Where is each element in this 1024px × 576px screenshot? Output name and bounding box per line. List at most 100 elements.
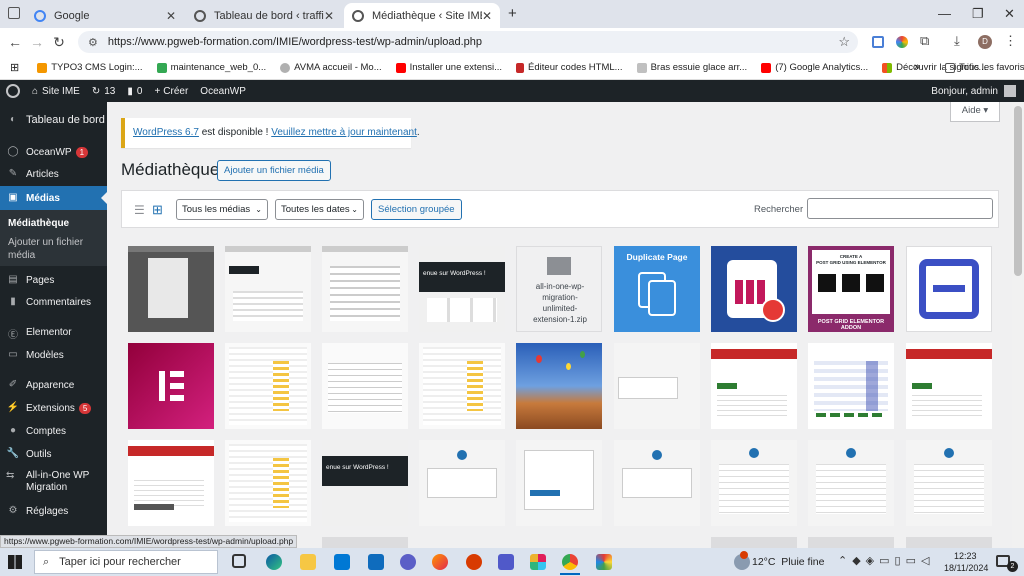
menu-icon[interactable]: ⋮ <box>1004 33 1017 49</box>
media-item-screenshot[interactable] <box>906 537 992 548</box>
tab-media-library[interactable]: Médiathèque ‹ Site IME — Wor ✕ <box>344 3 500 28</box>
media-item-screenshot[interactable] <box>711 343 797 429</box>
maximize-button[interactable]: ❐ <box>972 6 984 22</box>
windows-start-icon[interactable] <box>8 555 22 569</box>
task-view-icon[interactable] <box>232 554 246 568</box>
sidebar-item-extensions[interactable]: ⚡ Extensions 5 <box>0 402 107 414</box>
edge-icon[interactable] <box>266 554 282 570</box>
sidebar-item-settings[interactable]: ⚙ Réglages <box>0 505 107 517</box>
taskbar-search[interactable]: ⌕ Taper ici pour rechercher <box>34 550 218 574</box>
extension-icon[interactable] <box>872 36 884 48</box>
teams-icon[interactable] <box>498 554 514 570</box>
oceanwp-link[interactable]: OceanWP <box>200 86 246 97</box>
site-name-link[interactable]: ⌂ Site IME <box>32 86 80 97</box>
media-item-screenshot[interactable] <box>808 537 894 548</box>
media-item-screenshot[interactable] <box>128 440 214 526</box>
mail-icon[interactable] <box>368 554 384 570</box>
sidebar-item-oceanwp[interactable]: ◯ OceanWP 1 <box>0 146 107 158</box>
media-item-zip[interactable]: all-in-one-wp-migration-unlimited-extens… <box>516 246 602 332</box>
tab-search-icon[interactable] <box>8 7 20 19</box>
app-icon[interactable] <box>400 554 416 570</box>
bookmark-item[interactable]: Éditeur codes HTML... <box>516 62 623 73</box>
download-icon[interactable]: ⤓ <box>954 33 960 49</box>
media-item-screenshot[interactable] <box>711 537 797 548</box>
grid-view-icon[interactable]: ⊞ <box>152 202 163 218</box>
media-item-screenshot[interactable] <box>419 343 505 429</box>
media-item-screenshot[interactable] <box>711 440 797 526</box>
sidebar-item-models[interactable]: ▭ Modèles <box>0 349 107 361</box>
media-item-duplicate-page[interactable]: Duplicate Page <box>614 246 700 332</box>
minimize-button[interactable]: — <box>938 6 951 21</box>
help-button[interactable]: Aide ▾ <box>950 102 1000 122</box>
close-icon[interactable]: ✕ <box>482 9 492 23</box>
media-item-screenshot[interactable] <box>808 440 894 526</box>
app-icon[interactable] <box>466 554 482 570</box>
media-item-screenshot[interactable] <box>906 343 992 429</box>
media-item-screenshot[interactable] <box>225 246 311 332</box>
media-item-screenshot[interactable] <box>419 440 505 526</box>
submenu-media-library[interactable]: Médiathèque <box>0 218 107 229</box>
slack-icon[interactable] <box>530 554 546 570</box>
store-icon[interactable] <box>334 554 350 570</box>
media-item-screenshot[interactable] <box>128 246 214 332</box>
list-view-icon[interactable]: ☰ <box>134 203 145 217</box>
update-now-link[interactable]: Veuillez mettre à jour maintenant <box>271 127 417 138</box>
all-bookmarks-folder[interactable]: Tous les favoris <box>945 62 1024 73</box>
media-item-post-grid[interactable]: CREATE A POST GRID USING ELEMENTOR POST G… <box>808 246 894 332</box>
more-bookmarks-button[interactable]: » <box>914 61 920 73</box>
media-item-blue-frame[interactable] <box>906 246 992 332</box>
forward-button[interactable]: → <box>26 34 48 50</box>
clock-time[interactable]: 12:23 <box>954 551 977 561</box>
close-icon[interactable]: ✕ <box>166 9 176 23</box>
comments-link[interactable]: ▮ 0 <box>127 86 142 97</box>
profile-avatar[interactable]: D <box>978 35 992 49</box>
sidebar-item-dashboard[interactable]: ◐ Tableau de bord <box>0 114 107 126</box>
bookmark-item[interactable]: Installer une extensi... <box>395 62 502 73</box>
scrollbar-thumb[interactable] <box>1014 106 1022 276</box>
media-item-screenshot[interactable] <box>225 440 311 526</box>
create-link[interactable]: + Créer <box>154 86 188 97</box>
sidebar-item-appearance[interactable]: ✐ Apparence <box>0 379 107 391</box>
add-media-button[interactable]: Ajouter un fichier média <box>217 160 331 181</box>
user-greeting[interactable]: Bonjour, admin <box>931 85 1016 97</box>
wordpress-logo-icon[interactable] <box>6 84 20 98</box>
back-button[interactable]: ← <box>4 34 26 50</box>
media-item-gallery-plugin[interactable] <box>711 246 797 332</box>
chrome-icon[interactable] <box>562 554 578 570</box>
clock-date[interactable]: 18/11/2024 <box>944 563 988 573</box>
sidebar-item-accounts[interactable]: ● Comptes <box>0 425 107 437</box>
weather-text[interactable]: 12°C Pluie fine <box>752 556 825 568</box>
media-item-screenshot[interactable] <box>808 343 894 429</box>
sidebar-item-elementor[interactable]: Ⓔ Elementor <box>0 326 107 342</box>
site-info-icon[interactable]: ⚙ <box>88 36 98 49</box>
close-window-button[interactable]: ✕ <box>1004 6 1015 22</box>
sidebar-item-articles[interactable]: ✎ Articles <box>0 168 107 180</box>
media-item-screenshot[interactable] <box>322 537 408 548</box>
updates-link[interactable]: ↻ 13 <box>92 86 116 97</box>
bookmark-star-icon[interactable]: ☆ <box>838 34 850 50</box>
apps-grid-icon[interactable]: ⊞ <box>10 61 19 74</box>
media-item-screenshot[interactable] <box>322 246 408 332</box>
color-extension-icon[interactable] <box>896 36 908 48</box>
media-item-screenshot[interactable] <box>516 440 602 526</box>
sidebar-item-medias[interactable]: ▣ Médias <box>0 186 107 210</box>
bookmark-item[interactable]: maintenance_web_0... <box>156 62 266 73</box>
tray-icons[interactable]: ⌃◆◈▭▯▭◁ <box>838 554 934 567</box>
submenu-add-media[interactable]: Ajouter un fichier média <box>8 236 83 262</box>
date-select[interactable]: Toutes les dates ⌄ <box>275 199 364 220</box>
sidebar-item-aiowp[interactable]: ⇆ All-in-One WP Migration <box>6 470 89 494</box>
file-explorer-icon[interactable] <box>300 554 316 570</box>
media-type-select[interactable]: Tous les médias ⌄ <box>176 199 268 220</box>
media-item-screenshot[interactable] <box>614 343 700 429</box>
new-tab-button[interactable]: + <box>508 5 517 22</box>
version-link[interactable]: WordPress 6.7 <box>133 127 199 138</box>
extensions-puzzle-icon[interactable]: ⧉ <box>920 33 929 49</box>
reload-button[interactable]: ↻ <box>48 34 70 51</box>
close-icon[interactable]: ✕ <box>324 9 334 23</box>
media-item-balloons-photo[interactable] <box>516 343 602 429</box>
media-item-elementor-logo[interactable] <box>128 343 214 429</box>
media-item-screenshot[interactable] <box>614 440 700 526</box>
sidebar-item-tools[interactable]: 🔧 Outils <box>0 448 107 460</box>
app-icon[interactable] <box>596 554 612 570</box>
bookmark-item[interactable]: AVMA accueil - Mo... <box>280 62 382 73</box>
